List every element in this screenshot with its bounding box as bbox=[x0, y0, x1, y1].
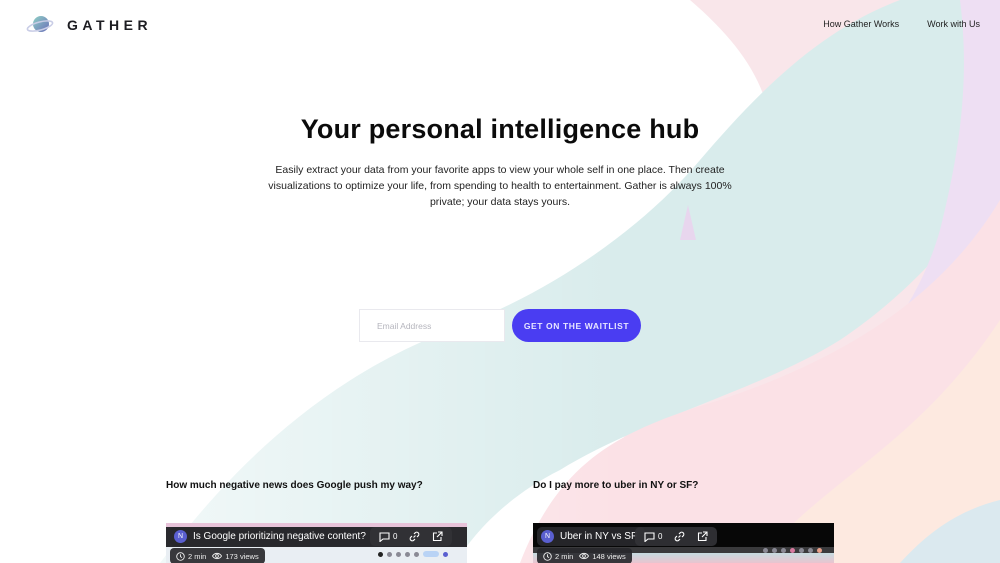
video-title: Uber in NY vs SF bbox=[560, 531, 638, 542]
hero-title: Your personal intelligence hub bbox=[300, 114, 700, 144]
video-preview[interactable]: N Uber in NY vs SF 0 2 min 148 views bbox=[533, 523, 834, 563]
video-title-pill[interactable]: N Uber in NY vs SF bbox=[537, 527, 646, 546]
video-duration: 2 min bbox=[555, 551, 574, 561]
avatar: N bbox=[174, 530, 187, 543]
background-waves bbox=[0, 0, 1000, 563]
comment-count: 0 bbox=[658, 532, 663, 541]
waitlist-button[interactable]: GET ON THE WAITLIST bbox=[512, 309, 641, 342]
video-meta: 2 min 148 views bbox=[537, 548, 632, 563]
external-link-icon[interactable] bbox=[432, 531, 444, 542]
comment-icon bbox=[644, 531, 655, 542]
screen-toolbar bbox=[763, 548, 822, 553]
comment-count: 0 bbox=[393, 532, 398, 541]
eye-icon bbox=[579, 552, 590, 560]
comments-button[interactable]: 0 bbox=[379, 531, 398, 542]
screen-toolbar bbox=[378, 551, 448, 557]
link-icon[interactable] bbox=[409, 531, 420, 542]
avatar: N bbox=[541, 530, 554, 543]
eye-icon bbox=[212, 552, 223, 560]
nav-work-with-us[interactable]: Work with Us bbox=[927, 19, 980, 29]
clock-icon bbox=[176, 551, 185, 561]
hero-description: Easily extract your data from your favor… bbox=[268, 164, 732, 208]
site-header: GATHER How Gather Works Work with Us bbox=[0, 0, 1000, 50]
card-question: Do I pay more to uber in NY or SF? bbox=[533, 480, 699, 491]
email-input[interactable] bbox=[359, 309, 505, 342]
comments-button[interactable]: 0 bbox=[644, 531, 663, 542]
video-preview[interactable]: N Is Google prioritizing negative conten… bbox=[166, 523, 467, 563]
logo-text: GATHER bbox=[67, 17, 153, 33]
planet-logo-icon bbox=[26, 14, 54, 36]
video-views: 148 views bbox=[592, 551, 626, 561]
video-title: Is Google prioritizing negative content? bbox=[193, 531, 366, 542]
video-duration: 2 min bbox=[188, 551, 207, 561]
external-link-icon[interactable] bbox=[697, 531, 709, 542]
video-views: 173 views bbox=[225, 551, 259, 561]
card-question: How much negative news does Google push … bbox=[166, 480, 423, 491]
video-actions: 0 bbox=[635, 527, 718, 546]
video-title-pill[interactable]: N Is Google prioritizing negative conten… bbox=[170, 527, 374, 546]
comment-icon bbox=[379, 531, 390, 542]
logo[interactable]: GATHER bbox=[26, 14, 152, 36]
video-meta: 2 min 173 views bbox=[170, 548, 265, 563]
video-actions: 0 bbox=[370, 527, 453, 546]
clock-icon bbox=[543, 551, 552, 561]
link-icon[interactable] bbox=[674, 531, 685, 542]
top-nav: How Gather Works Work with Us bbox=[823, 19, 980, 29]
nav-how-gather-works[interactable]: How Gather Works bbox=[823, 19, 899, 29]
